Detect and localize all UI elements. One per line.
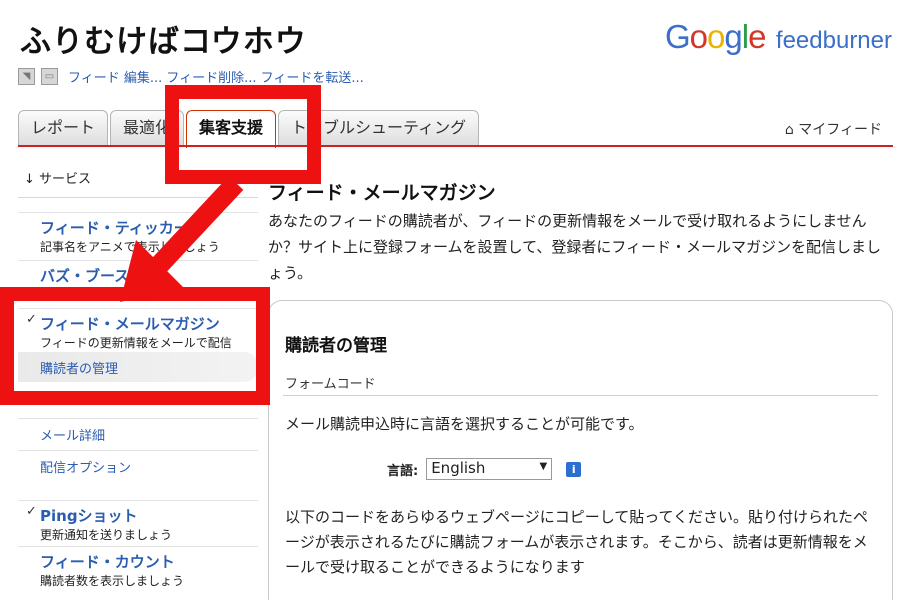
sidebar-item-title: フィード・カウント	[40, 553, 175, 571]
language-row: 言語: English ▼ i	[387, 458, 582, 480]
feedburner-logo-text: feedburner	[775, 27, 892, 54]
sidebar-subitem-label: メール詳細	[40, 429, 106, 444]
sidebar-item-title: フィード・ティッカー	[40, 219, 189, 237]
sidebar-item-desc: 記事名をアニメで表示しましょう	[40, 240, 220, 254]
feed-action-links[interactable]: フィード 編集... フィード削除... フィードを転送...	[68, 67, 364, 86]
sidebar-item-feed-ticker[interactable]: フィード・ティッカー 記事名をアニメで表示しましょう	[18, 212, 258, 260]
tab-report[interactable]: レポート	[18, 110, 109, 145]
sidebar-item-feedcount[interactable]: フィード・カウント 購読者数を表示しましょう	[18, 546, 258, 590]
my-feeds-link[interactable]: ⌂ マイフィード	[785, 119, 882, 139]
rss-icon[interactable]: ◥	[18, 68, 35, 85]
language-instruction: メール購読申込時に言語を選択することが可能です。	[285, 415, 644, 433]
page-description: あなたのフィードの購読者が、フィードの更新情報をメールで受け取れるようにしません…	[268, 212, 882, 282]
language-select-value: English	[431, 459, 486, 477]
my-feeds-label: マイフィード	[798, 122, 882, 138]
sidebar-subitem-email-branding[interactable]: メール詳細	[18, 418, 258, 450]
code-instruction: 以下のコードをあらゆるウェブページにコピーして貼ってください。貼り付けられたペー…	[285, 508, 869, 576]
sidebar-item-pingshot[interactable]: ✓ Pingショット 更新通知を送りましょう	[18, 500, 258, 544]
feedburner-logo: Google feedburner	[665, 18, 892, 56]
divider	[283, 395, 878, 396]
sidebar-item-title: Pingショット	[40, 507, 138, 525]
feed-box-icon[interactable]: ▭	[41, 68, 58, 85]
panel-title: 購読者の管理	[285, 336, 387, 356]
sidebar-subitem-label: 配信オプション	[40, 461, 132, 476]
tab-underline	[18, 145, 893, 147]
language-select[interactable]: English ▼	[426, 458, 553, 480]
sidebar-item-desc: 購読者数を表示しましょう	[40, 574, 185, 588]
sidebar-item-title: バズ・ブースト	[40, 267, 145, 285]
checkmark-icon: ✓	[26, 504, 37, 519]
info-icon[interactable]: i	[566, 461, 582, 477]
language-label: 言語:	[387, 463, 419, 479]
chevron-down-icon: ▼	[539, 461, 548, 472]
annotation-box-sidebar	[0, 287, 270, 405]
home-icon: ⌂	[784, 122, 794, 138]
annotation-box-tab	[165, 85, 321, 184]
sidebar-subitem-delivery-options[interactable]: 配信オプション	[18, 450, 258, 482]
site-title: ふりむけばコウホウ	[20, 24, 307, 60]
google-logo-text: Google	[665, 18, 766, 55]
form-code-heading: フォームコード	[285, 377, 376, 392]
sidebar-item-desc: 更新通知を送りましょう	[40, 528, 173, 542]
feed-toolbar: ◥ ▭ フィード 編集... フィード削除... フィードを転送...	[18, 67, 364, 86]
subscription-management-panel: 購読者の管理 フォームコード メール購読申込時に言語を選択することが可能です。 …	[268, 300, 893, 600]
